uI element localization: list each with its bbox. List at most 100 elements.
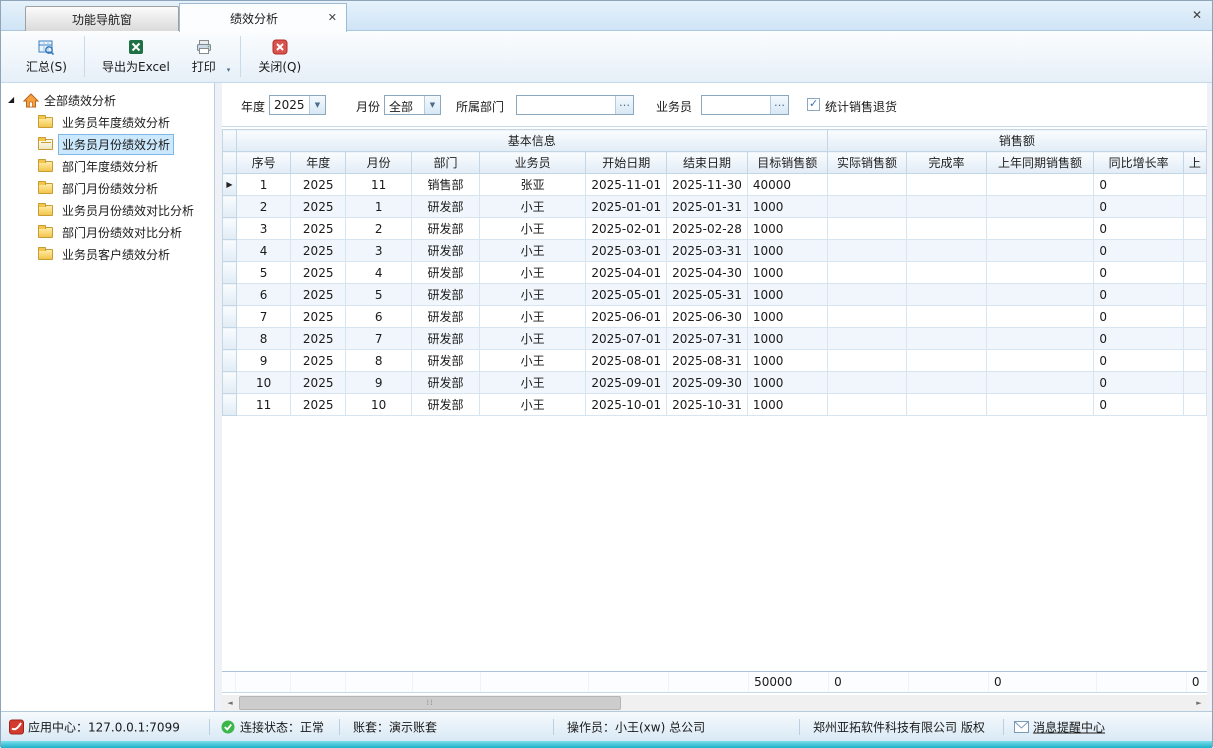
grid-cell[interactable]: 小王 (479, 240, 586, 262)
grid-cell[interactable] (907, 196, 986, 218)
grid-cell[interactable]: 2025-09-01 (586, 372, 667, 394)
grid-row[interactable]: 11202510研发部小王2025-10-012025-10-3110000 (223, 394, 1207, 416)
grid-cell[interactable]: 11 (236, 394, 291, 416)
grid-cell[interactable] (986, 328, 1094, 350)
grid-column-header[interactable]: 开始日期 (586, 152, 667, 174)
grid-cell[interactable]: 0 (1094, 372, 1184, 394)
grid-cell[interactable]: 小王 (479, 394, 586, 416)
grid-cell[interactable]: 小王 (479, 350, 586, 372)
grid-cell[interactable] (986, 240, 1094, 262)
tree-item-3[interactable]: 部门年度绩效分析 (1, 155, 214, 177)
grid-cell[interactable]: 2025 (291, 394, 346, 416)
tree-item-5[interactable]: 业务员月份绩效对比分析 (1, 199, 214, 221)
grid-cell[interactable]: 40000 (747, 174, 827, 196)
grid-row[interactable]: 820257研发部小王2025-07-012025-07-3110000 (223, 328, 1207, 350)
grid-cell[interactable]: 小王 (479, 284, 586, 306)
grid-cell[interactable]: 2025 (291, 306, 346, 328)
grid-cell[interactable]: 7 (236, 306, 291, 328)
grid-cell[interactable]: 2025-10-31 (667, 394, 748, 416)
grid-cell[interactable] (1183, 328, 1206, 350)
grid-row[interactable]: ▶1202511销售部张亚2025-11-012025-11-30400000 (223, 174, 1207, 196)
grid-cell[interactable]: 小王 (479, 372, 586, 394)
grid-column-header[interactable]: 实际销售额 (827, 152, 907, 174)
grid-cell[interactable] (986, 306, 1094, 328)
grid-cell[interactable]: 2025-06-30 (667, 306, 748, 328)
grid-column-header[interactable]: 目标销售额 (747, 152, 827, 174)
grid-cell[interactable]: 2025-09-30 (667, 372, 748, 394)
grid-cell[interactable]: 2025-08-31 (667, 350, 748, 372)
scroll-right-icon[interactable]: ► (1191, 695, 1207, 711)
grid-cell[interactable]: 0 (1094, 284, 1184, 306)
grid-cell[interactable]: 2025 (291, 262, 346, 284)
grid-cell[interactable]: 0 (1094, 218, 1184, 240)
grid-cell[interactable]: 3 (346, 240, 412, 262)
tree-item-7[interactable]: 业务员客户绩效分析 (1, 243, 214, 265)
grid-row[interactable]: 720256研发部小王2025-06-012025-06-3010000 (223, 306, 1207, 328)
grid-row[interactable]: 1020259研发部小王2025-09-012025-09-3010000 (223, 372, 1207, 394)
grid-cell[interactable]: 5 (236, 262, 291, 284)
grid-cell[interactable] (827, 350, 907, 372)
summary-button[interactable]: 汇总(S) (15, 33, 78, 80)
grid-cell[interactable]: 研发部 (412, 284, 480, 306)
grid-cell[interactable] (1183, 196, 1206, 218)
scrollbar-thumb[interactable] (239, 696, 621, 710)
grid-cell[interactable] (986, 174, 1094, 196)
grid-cell[interactable]: 张亚 (479, 174, 586, 196)
grid-cell[interactable]: 2 (346, 218, 412, 240)
grid-cell[interactable]: 8 (346, 350, 412, 372)
grid-cell[interactable]: 1000 (747, 350, 827, 372)
grid-cell[interactable]: 2025 (291, 284, 346, 306)
grid-cell[interactable]: 2 (236, 196, 291, 218)
grid-cell[interactable]: 0 (1094, 328, 1184, 350)
grid-cell[interactable]: 1000 (747, 328, 827, 350)
grid-row[interactable]: 220251研发部小王2025-01-012025-01-3110000 (223, 196, 1207, 218)
grid-cell[interactable]: 小王 (479, 218, 586, 240)
grid-row[interactable]: 520254研发部小王2025-04-012025-04-3010000 (223, 262, 1207, 284)
grid-cell[interactable] (986, 196, 1094, 218)
grid-cell[interactable] (907, 218, 986, 240)
grid-cell[interactable]: 2025-02-01 (586, 218, 667, 240)
grid-cell[interactable] (827, 240, 907, 262)
grid-column-header[interactable]: 年度 (291, 152, 346, 174)
tree-root-node[interactable]: ◢ 全部绩效分析 (1, 89, 214, 111)
grid-cell[interactable]: 1 (236, 174, 291, 196)
grid-cell[interactable]: 1000 (747, 372, 827, 394)
grid-cell[interactable] (1183, 350, 1206, 372)
grid-cell[interactable]: 2025-11-30 (667, 174, 748, 196)
grid-cell[interactable] (827, 262, 907, 284)
grid-cell[interactable]: 2025 (291, 196, 346, 218)
grid-cell[interactable]: 2025-11-01 (586, 174, 667, 196)
grid-cell[interactable]: 2025-10-01 (586, 394, 667, 416)
grid-cell[interactable] (907, 350, 986, 372)
grid-cell[interactable]: 10 (346, 394, 412, 416)
grid-cell[interactable] (986, 372, 1094, 394)
grid-cell[interactable]: 9 (236, 350, 291, 372)
grid-cell[interactable] (1183, 218, 1206, 240)
grid-cell[interactable]: 研发部 (412, 240, 480, 262)
grid-cell[interactable] (1183, 372, 1206, 394)
grid-cell[interactable] (986, 350, 1094, 372)
tree-item-2[interactable]: 业务员月份绩效分析 (1, 133, 214, 155)
grid-cell[interactable] (986, 284, 1094, 306)
grid-cell[interactable]: 11 (346, 174, 412, 196)
grid-column-header[interactable]: 上 (1183, 152, 1206, 174)
grid-cell[interactable]: 6 (236, 284, 291, 306)
grid-cell[interactable] (907, 174, 986, 196)
export-excel-button[interactable]: 导出为Excel (91, 33, 181, 80)
grid-cell[interactable]: 1000 (747, 306, 827, 328)
print-dropdown-arrow[interactable]: ▾ (227, 31, 235, 82)
print-button[interactable]: 打印 (181, 33, 227, 80)
grid-cell[interactable] (907, 394, 986, 416)
grid-cell[interactable]: 研发部 (412, 328, 480, 350)
grid-column-header[interactable]: 序号 (236, 152, 291, 174)
grid-row[interactable]: 920258研发部小王2025-08-012025-08-3110000 (223, 350, 1207, 372)
grid-cell[interactable] (827, 196, 907, 218)
grid-cell[interactable] (827, 218, 907, 240)
grid-cell[interactable]: 研发部 (412, 350, 480, 372)
grid-column-header[interactable]: 月份 (346, 152, 412, 174)
horizontal-scrollbar[interactable]: ◄ ► (222, 695, 1207, 711)
grid-cell[interactable]: 研发部 (412, 394, 480, 416)
grid-cell[interactable] (827, 372, 907, 394)
grid-cell[interactable] (907, 262, 986, 284)
grid-cell[interactable]: 0 (1094, 262, 1184, 284)
